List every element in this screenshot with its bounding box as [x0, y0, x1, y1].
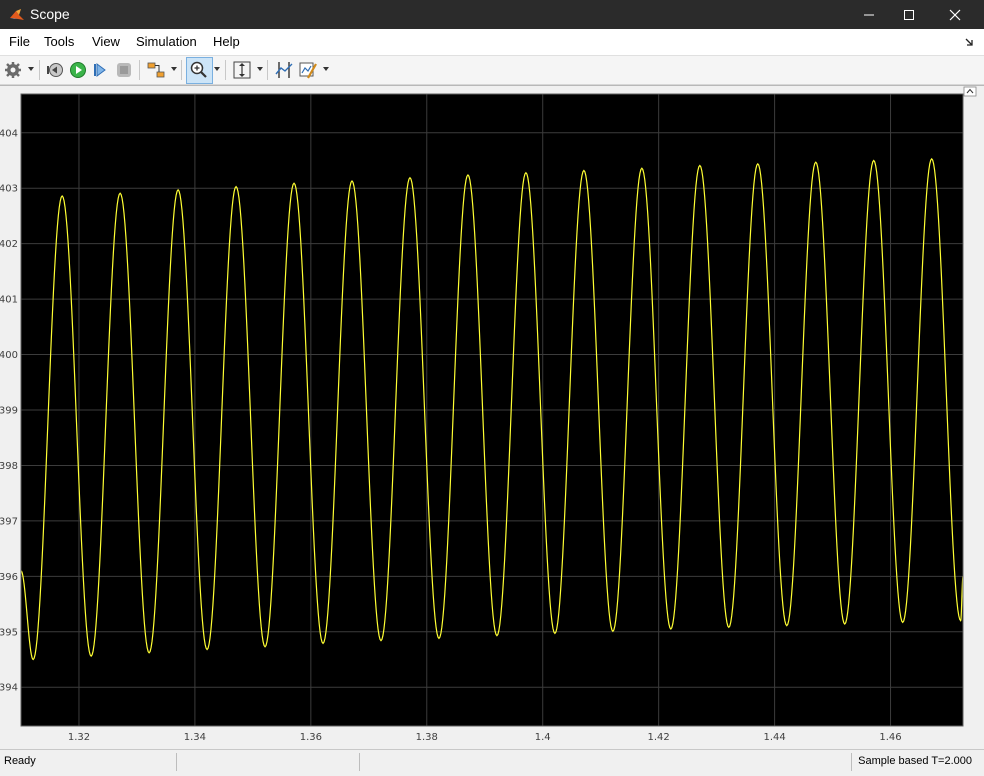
scale-axes-icon[interactable]: [231, 59, 253, 81]
toolbar-separator: [139, 60, 140, 80]
menu-tools[interactable]: Tools: [44, 34, 74, 49]
status-separator: [176, 753, 177, 771]
plot-panel: 394 395 396 397 398 399 400 401 402 403 404 1.32 1.…: [0, 85, 984, 750]
y-tick-label: 395: [0, 627, 18, 638]
window-title: Scope: [30, 6, 70, 22]
x-tick-label: 1.46: [879, 732, 901, 743]
y-tick-label: 396: [0, 572, 18, 583]
x-tick-label: 1.32: [68, 732, 90, 743]
settings-icon[interactable]: [2, 59, 24, 81]
sample-time-text: Sample based T=2.000: [858, 755, 972, 767]
maximize-button[interactable]: [886, 0, 932, 29]
menu-help[interactable]: Help: [213, 34, 240, 49]
menu-bar: File Tools View Simulation Help: [0, 29, 984, 56]
close-icon: [949, 9, 961, 20]
stop-icon[interactable]: [113, 59, 135, 81]
toolbar-separator: [39, 60, 40, 80]
menu-file[interactable]: File: [9, 34, 30, 49]
style-icon[interactable]: [297, 59, 319, 81]
status-separator: [359, 753, 360, 771]
scope-chart[interactable]: 394 395 396 397 398 399 400 401 402 403 404 1.32 1.…: [0, 86, 984, 750]
dock-arrow-icon[interactable]: [964, 37, 974, 47]
step-back-icon[interactable]: [44, 59, 66, 81]
x-tick-label: 1.4: [535, 732, 551, 743]
matlab-app-icon: [10, 9, 24, 20]
y-tick-label: 404: [0, 128, 18, 139]
minimize-icon: [864, 14, 874, 15]
toolbar-separator: [267, 60, 268, 80]
toolbar-separator: [181, 60, 182, 80]
x-tick-label: 1.36: [300, 732, 322, 743]
x-tick-label: 1.38: [416, 732, 438, 743]
title-bar: Scope: [0, 0, 984, 29]
style-dropdown-icon[interactable]: [323, 67, 329, 71]
zoom-button[interactable]: [186, 57, 213, 84]
menu-simulation[interactable]: Simulation: [136, 34, 197, 49]
settings-dropdown-icon[interactable]: [28, 67, 34, 71]
y-tick-label: 403: [0, 184, 18, 195]
highlight-icon[interactable]: [145, 59, 167, 81]
x-tick-label: 1.44: [763, 732, 785, 743]
y-tick-label: 398: [0, 461, 18, 472]
zoom-in-icon: [190, 61, 207, 78]
y-tick-label: 401: [0, 295, 18, 306]
menu-view[interactable]: View: [92, 34, 120, 49]
y-tick-label: 400: [0, 350, 18, 361]
undock-icon[interactable]: [963, 86, 977, 97]
y-tick-label: 394: [0, 683, 18, 694]
status-separator: [851, 753, 852, 771]
zoom-dropdown-icon[interactable]: [214, 67, 220, 71]
x-tick-label: 1.42: [648, 732, 670, 743]
y-tick-label: 399: [0, 406, 18, 417]
status-text: Ready: [4, 755, 36, 767]
run-icon[interactable]: [67, 59, 89, 81]
x-tick-label: 1.34: [184, 732, 206, 743]
toolbar-separator: [225, 60, 226, 80]
y-tick-label: 402: [0, 239, 18, 250]
close-button[interactable]: [932, 0, 978, 29]
scale-axes-dropdown-icon[interactable]: [257, 67, 263, 71]
toolbar: [0, 56, 984, 85]
y-tick-label: 397: [0, 516, 18, 527]
maximize-icon: [904, 9, 914, 20]
status-bar: Ready Sample based T=2.000: [0, 749, 984, 776]
highlight-dropdown-icon[interactable]: [171, 67, 177, 71]
cursor-measure-icon[interactable]: [273, 59, 295, 81]
step-forward-icon[interactable]: [90, 59, 112, 81]
